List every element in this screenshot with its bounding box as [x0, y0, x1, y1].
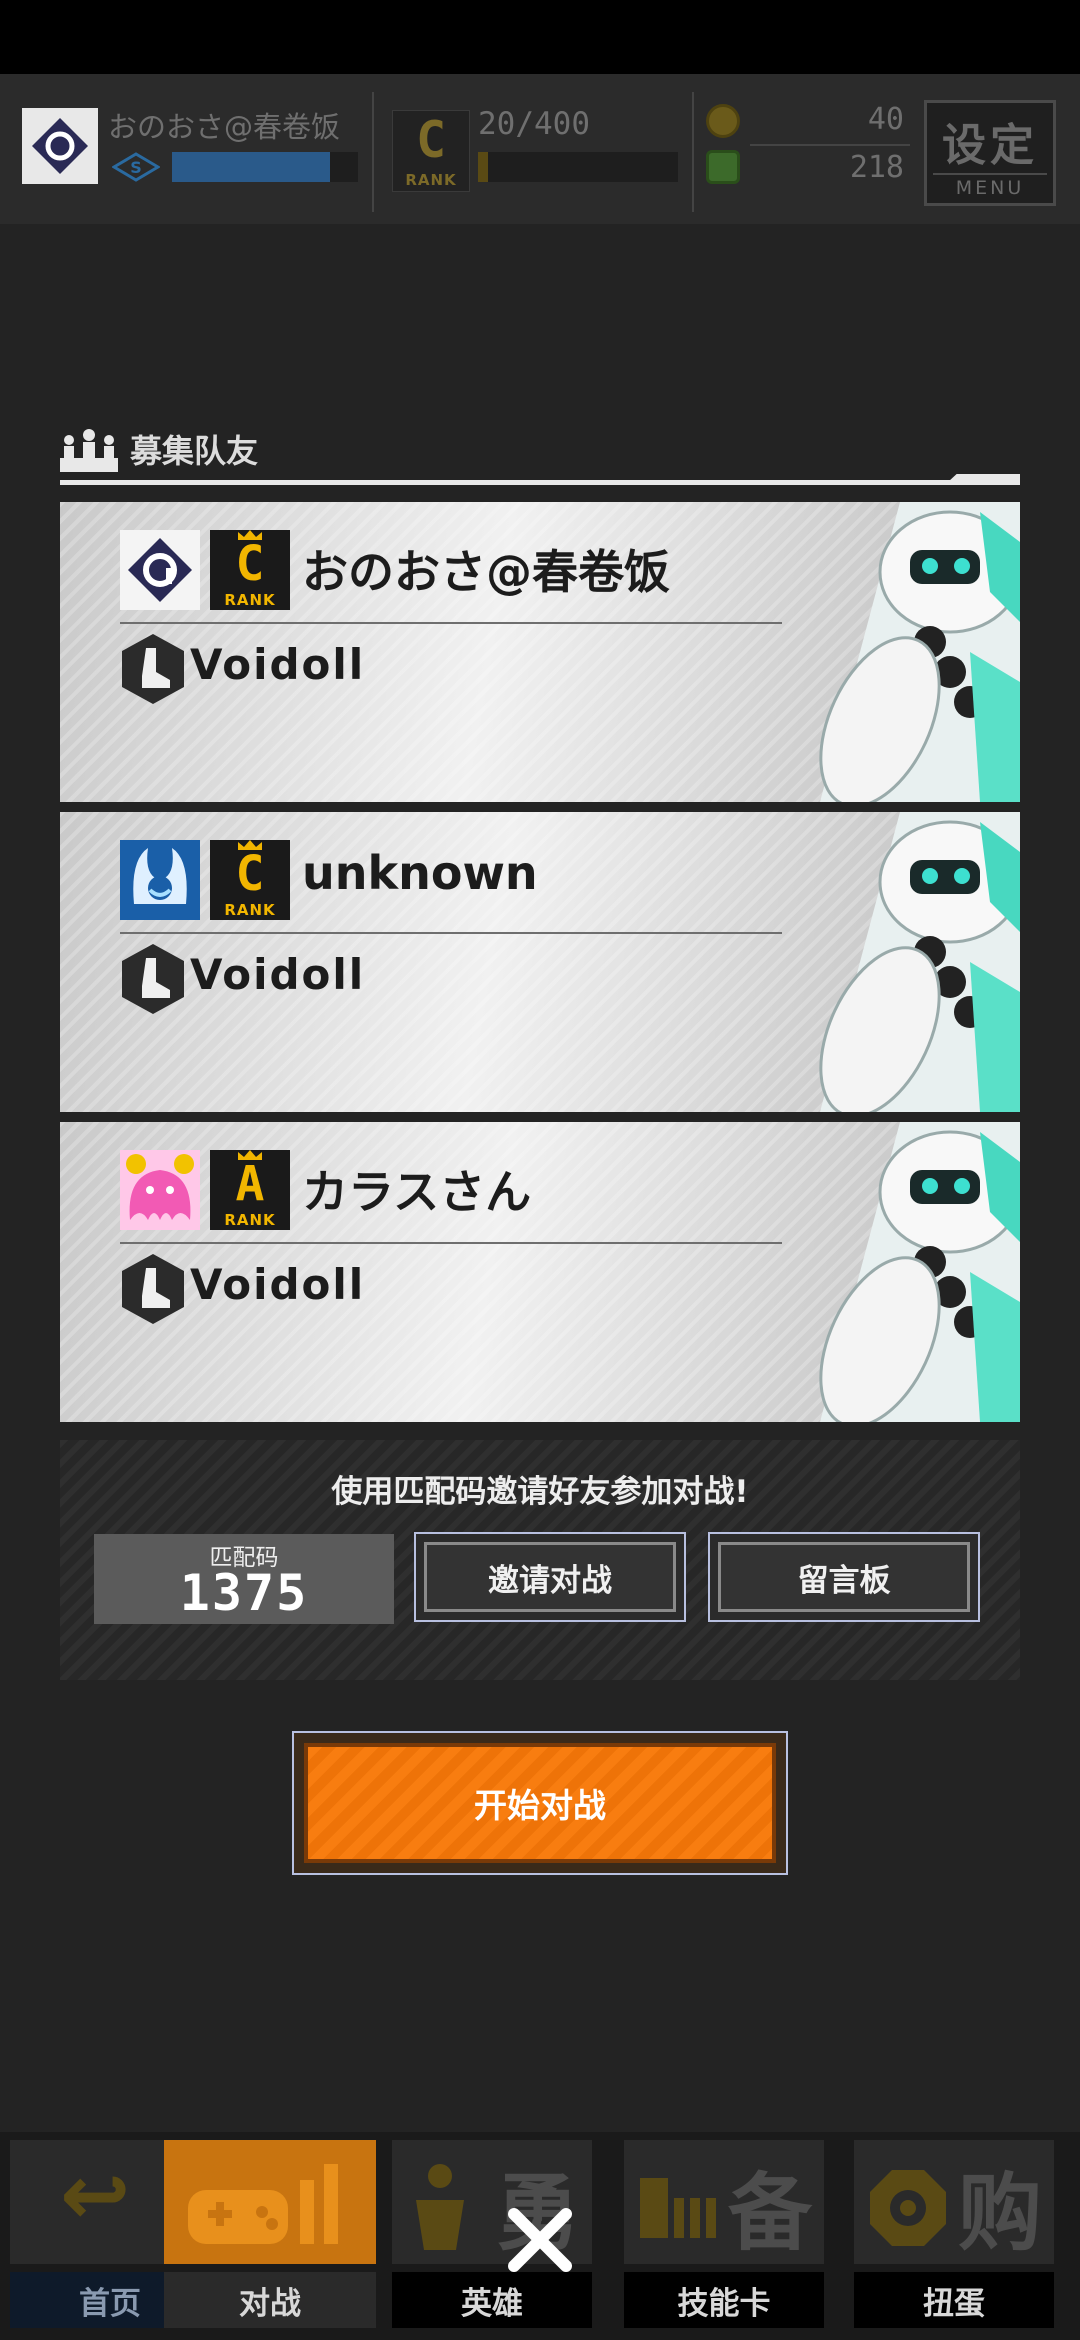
player-card[interactable]: C RANK unknown Voidoll — [60, 812, 1020, 1112]
level-progress-bar — [172, 152, 358, 182]
rank-label: RANK — [405, 171, 457, 189]
exp-counter: 20/400 — [478, 106, 590, 142]
message-board-button[interactable]: 留言板 — [708, 1532, 980, 1622]
status-bar — [0, 0, 1080, 74]
nav-icon-area — [164, 2140, 376, 2264]
player-name: おのおさ@春卷饭 — [302, 545, 670, 599]
ability-logo-icon — [32, 118, 88, 174]
nav-gacha[interactable]: 购 扭蛋 — [848, 2136, 1060, 2334]
level-diamond-icon: S — [112, 152, 160, 182]
back-arrow-icon: ↩ — [60, 2146, 131, 2244]
nav-icon-area: 购 — [854, 2140, 1054, 2264]
nav-skill-cards-label: 技能卡 — [624, 2272, 824, 2328]
player-name: おのおさ@春卷饭 — [108, 110, 341, 144]
hero-boot-icon — [122, 1254, 184, 1324]
blue-character-icon — [120, 840, 200, 920]
rank-letter: C — [235, 846, 265, 902]
start-battle-label: 开始对战 — [304, 1743, 776, 1863]
player-card[interactable]: A RANK カラスさん Voidoll — [60, 1122, 1020, 1422]
card-divider — [120, 932, 782, 934]
nav-battle-label: 对战 — [164, 2272, 376, 2328]
card-divider — [120, 1242, 782, 1244]
start-battle-button[interactable]: 开始对战 — [292, 1731, 788, 1875]
equip-kanji-icon: 备 — [728, 2164, 813, 2262]
voidoll-portrait — [819, 1122, 1020, 1422]
svg-text:S: S — [130, 158, 142, 177]
header-rank-badge: C RANK — [392, 110, 470, 192]
nav-heroes-label: 英雄 — [392, 2272, 592, 2328]
ability-logo-icon — [120, 530, 200, 610]
nav-skill-cards[interactable]: 备 技能卡 — [618, 2136, 830, 2334]
match-code-box: 匹配码 1375 — [94, 1534, 394, 1624]
nav-icon-area: 备 — [624, 2140, 824, 2264]
gold-coin-icon — [706, 104, 740, 138]
green-ticket-icon — [706, 150, 740, 184]
rank-label: RANK — [224, 901, 276, 919]
player-card[interactable]: C RANK おのおさ@春卷饭 Voidoll — [60, 502, 1020, 802]
hero-name: Voidoll — [190, 640, 366, 689]
match-code-value: 1375 — [179, 1564, 309, 1622]
hero-figure-icon — [416, 2164, 464, 2250]
gold-count: 40 — [867, 102, 904, 137]
rank-badge: C RANK — [210, 840, 290, 920]
menu-button-sublabel: MENU — [933, 173, 1047, 199]
voidoll-portrait — [819, 502, 1020, 802]
invite-battle-button[interactable]: 邀请对战 — [414, 1532, 686, 1622]
level-progress-fill — [172, 152, 331, 182]
hero-boot-icon — [122, 944, 184, 1014]
card-divider — [120, 622, 782, 624]
rank-letter: C — [235, 536, 265, 592]
player-name: カラスさん — [302, 1165, 532, 1219]
header-divider — [692, 92, 694, 212]
hero-name: Voidoll — [190, 950, 366, 999]
rank-label: RANK — [224, 591, 276, 609]
rank-badge: C RANK — [210, 530, 290, 610]
green-count: 218 — [849, 150, 904, 185]
section-title: 募集队友 — [130, 432, 259, 470]
section-underline-tab — [948, 474, 1020, 482]
invite-message: 使用匹配码邀请好友参加对战! — [331, 1474, 749, 1510]
buy-kanji-icon: 购 — [958, 2164, 1043, 2262]
rank-badge: A RANK — [210, 1150, 290, 1230]
voidoll-portrait — [819, 812, 1020, 1112]
gamepad-icon — [188, 2164, 338, 2244]
nav-gacha-label: 扭蛋 — [854, 2272, 1054, 2328]
close-icon[interactable] — [500, 2200, 580, 2280]
team-icon — [60, 429, 118, 472]
top-header: おのおさ@春卷饭 S C RANK 20/400 40 218 设定 MENU — [0, 74, 1080, 224]
currency-divider — [750, 144, 910, 146]
hero-boot-icon — [122, 634, 184, 704]
exp-progress-fill — [478, 152, 488, 182]
match-code-panel: 使用匹配码邀请好友参加对战! 匹配码 1375 邀请对战 留言板 — [60, 1440, 1020, 1680]
rank-letter: C — [415, 111, 447, 169]
invite-battle-label: 邀请对战 — [424, 1542, 676, 1612]
nav-battle[interactable]: 对战 — [158, 2136, 378, 2334]
menu-button[interactable]: 设定 MENU — [924, 100, 1056, 206]
player-avatar[interactable] — [22, 108, 98, 184]
cards-icon — [640, 2178, 716, 2238]
pink-character-icon — [120, 1150, 200, 1230]
section-underline — [60, 480, 1020, 485]
header-divider — [372, 92, 374, 212]
exp-progress-bar — [478, 152, 678, 182]
player-name: unknown — [302, 846, 538, 900]
hero-name: Voidoll — [190, 1260, 366, 1309]
gacha-capsule-icon — [870, 2170, 946, 2246]
message-board-label: 留言板 — [718, 1542, 970, 1612]
menu-button-label: 设定 — [942, 120, 1038, 171]
rank-letter: A — [235, 1156, 265, 1212]
rank-label: RANK — [224, 1211, 276, 1229]
